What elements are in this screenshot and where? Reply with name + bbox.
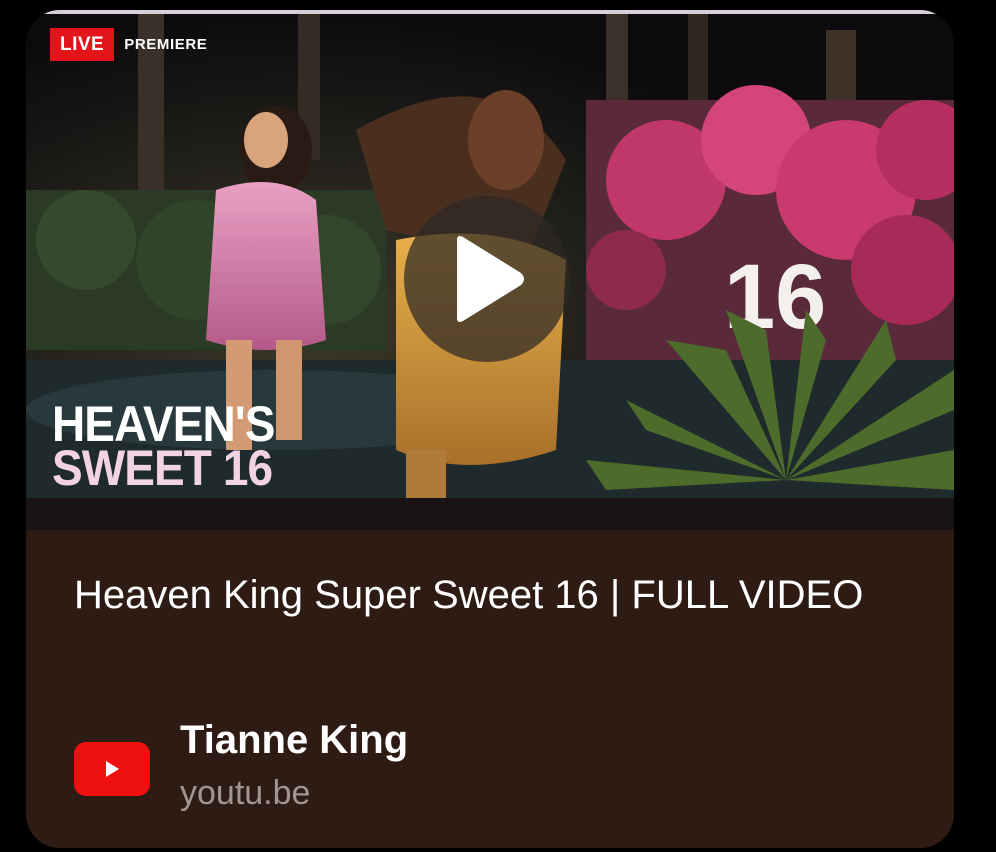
- thumbnail-bottom-band: [26, 498, 954, 530]
- youtube-play-icon: [106, 761, 119, 777]
- play-icon: [457, 236, 524, 322]
- overlay-title-line2: SWEET 16: [52, 440, 273, 496]
- source-domain: youtu.be: [180, 774, 311, 812]
- youtube-logo-icon: [74, 742, 150, 796]
- video-title[interactable]: Heaven King Super Sweet 16 | FULL VIDEO: [74, 564, 894, 626]
- preview-info: Heaven King Super Sweet 16 | FULL VIDEO …: [26, 530, 954, 848]
- play-button[interactable]: [404, 196, 570, 362]
- live-badge: LIVE: [50, 28, 115, 61]
- status-badges: LIVE PREMIERE: [50, 28, 207, 61]
- source-row: Tianne King youtu.be: [74, 718, 894, 818]
- channel-name: Tianne King: [180, 718, 409, 762]
- premiere-label: PREMIERE: [124, 36, 208, 53]
- thumbnail-overlay-title: HEAVEN'S SWEET 16: [52, 399, 275, 496]
- thumbnail-top-edge: [26, 10, 954, 14]
- link-preview-card[interactable]: 16 LIVE PREMIERE HEAVEN'S SWEET 16 Heave…: [26, 10, 954, 848]
- video-thumbnail[interactable]: 16 LIVE PREMIERE HEAVEN'S SWEET 16: [26, 10, 954, 530]
